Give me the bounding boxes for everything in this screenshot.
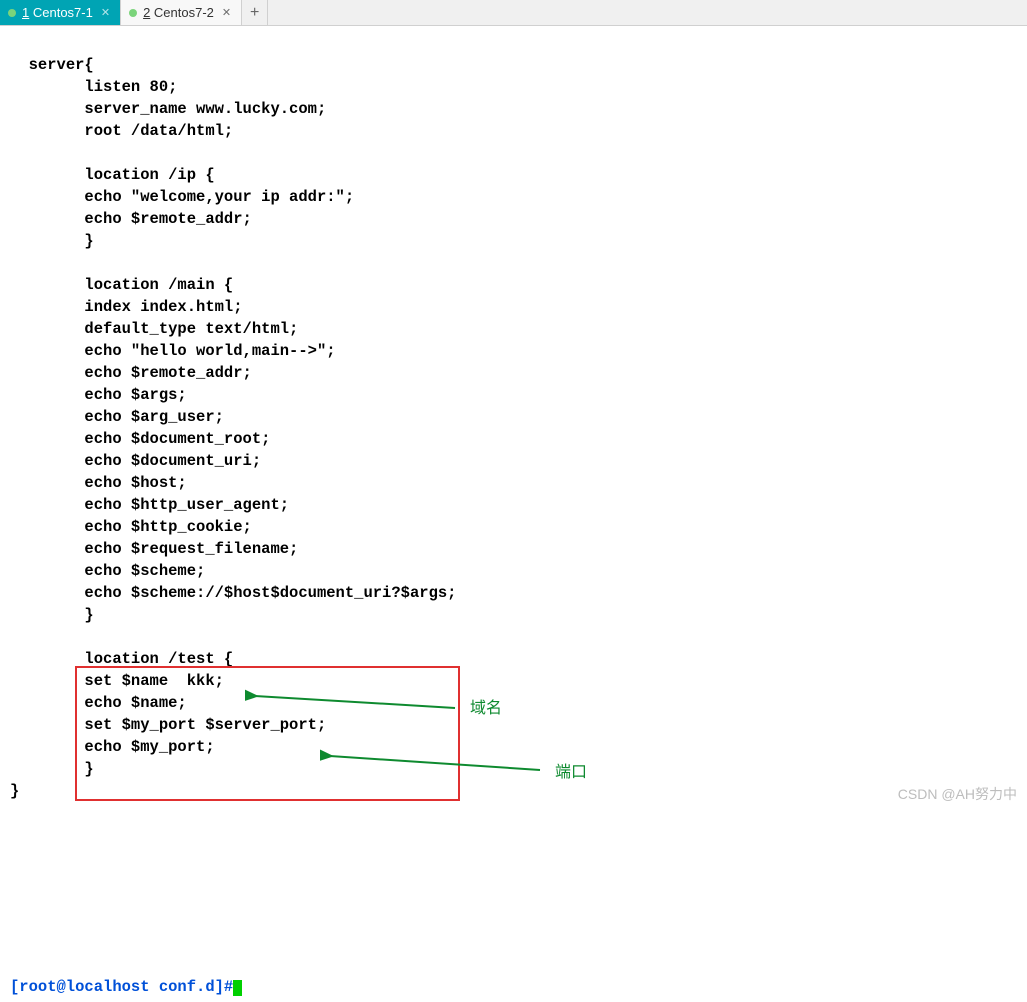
status-dot-icon <box>129 9 137 17</box>
prompt-line[interactable]: [root@localhost conf.d]# <box>0 978 1027 1002</box>
terminal-content[interactable]: server{ listen 80; server_name www.lucky… <box>0 26 1027 978</box>
tab-number: 2 <box>143 5 150 20</box>
close-icon[interactable]: ✕ <box>220 6 233 19</box>
code-text: server{ listen 80; server_name www.lucky… <box>10 56 456 800</box>
tab-label: Centos7-1 <box>33 5 93 20</box>
tab-bar: 1 Centos7-1 ✕ 2 Centos7-2 ✕ + <box>0 0 1027 26</box>
tab-centos7-1[interactable]: 1 Centos7-1 ✕ <box>0 0 121 25</box>
status-dot-icon <box>8 9 16 17</box>
cursor-icon <box>233 980 242 996</box>
tab-number: 1 <box>22 5 29 20</box>
arrow-icon <box>320 748 550 778</box>
prompt-text: [root@localhost conf.d]# <box>10 978 233 996</box>
tab-centos7-2[interactable]: 2 Centos7-2 ✕ <box>121 0 242 25</box>
annotation-port: 端口 <box>555 762 587 784</box>
annotation-domain: 域名 <box>470 698 502 720</box>
close-icon[interactable]: ✕ <box>99 6 112 19</box>
watermark: CSDN @AH努力中 <box>898 784 1017 804</box>
tab-label: Centos7-2 <box>154 5 214 20</box>
arrow-icon <box>245 686 465 716</box>
add-tab-button[interactable]: + <box>242 0 268 25</box>
